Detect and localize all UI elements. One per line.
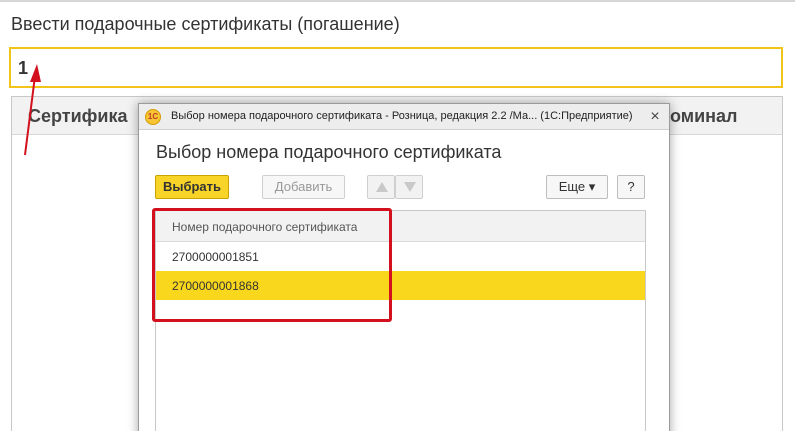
dialog-titlebar[interactable]: 1С Выбор номера подарочного сертификата … xyxy=(139,104,669,130)
list-header-label: Номер подарочного сертификата xyxy=(172,220,358,234)
page-title: Ввести подарочные сертификаты (погашение… xyxy=(11,14,400,34)
list-item[interactable]: 2700000001851 xyxy=(156,242,645,271)
add-button[interactable]: Добавить xyxy=(262,175,345,199)
move-up-button[interactable] xyxy=(367,175,395,199)
more-button[interactable]: Еще ▾ xyxy=(546,175,608,199)
certificate-input[interactable]: 1 xyxy=(9,47,783,88)
close-icon[interactable]: × xyxy=(645,107,665,127)
list-item-number: 2700000001851 xyxy=(172,250,259,264)
select-button[interactable]: Выбрать xyxy=(155,175,229,199)
help-button[interactable]: ? xyxy=(617,175,645,199)
list-item-number: 2700000001868 xyxy=(172,279,259,293)
app-1c-icon: 1С xyxy=(145,109,161,125)
move-down-button[interactable] xyxy=(395,175,423,199)
list-item-selected[interactable]: 2700000001868 xyxy=(156,271,645,300)
move-down-icon xyxy=(404,182,416,192)
certificate-input-value: 1 xyxy=(18,58,29,78)
screen: Ввести подарочные сертификаты (погашение… xyxy=(0,0,795,431)
dialog-window-title: Выбор номера подарочного сертификата - Р… xyxy=(171,110,633,122)
certificate-select-dialog: 1С Выбор номера подарочного сертификата … xyxy=(138,103,670,431)
column-nominal[interactable]: оминал xyxy=(670,106,737,127)
top-divider xyxy=(0,0,795,2)
move-up-icon xyxy=(376,182,388,192)
dialog-heading: Выбор номера подарочного сертификата xyxy=(156,142,502,162)
column-certificate[interactable]: Сертифика xyxy=(28,106,127,127)
certificate-number-list: Номер подарочного сертификата 2700000001… xyxy=(155,210,646,431)
list-header[interactable]: Номер подарочного сертификата xyxy=(156,211,645,242)
